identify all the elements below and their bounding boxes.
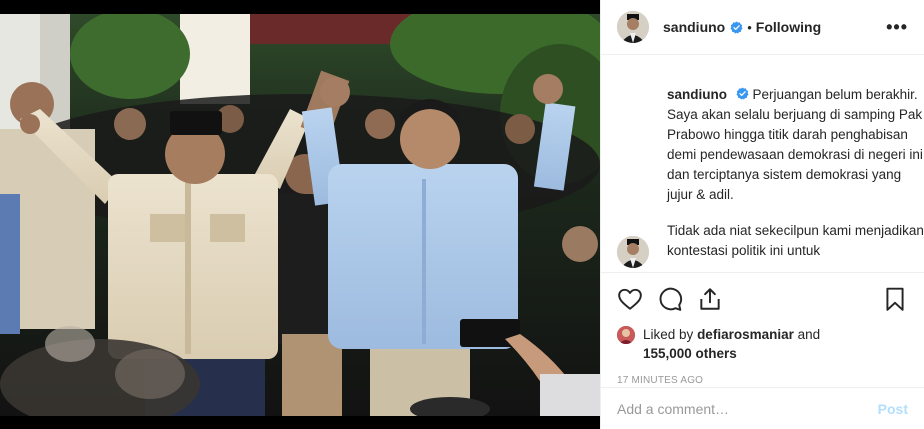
heart-icon[interactable]: [617, 286, 643, 312]
post-actions-section: Liked by defiarosmaniar and 155,000 othe…: [601, 272, 924, 386]
bookmark-icon[interactable]: [882, 286, 908, 312]
liker-avatar-image: [617, 326, 635, 344]
avatar-image: [617, 11, 649, 43]
verified-badge-icon: [736, 87, 749, 100]
liked-by-prefix: Liked by: [643, 327, 694, 342]
action-buttons: [617, 273, 908, 325]
caption-text-1: Perjuangan belum berakhir. Saya akan sel…: [667, 87, 923, 202]
caption-avatar[interactable]: [617, 236, 649, 268]
caption-text-2: Tidak ada niat sekecilpun kami menjadika…: [667, 223, 924, 258]
post-side-panel: sandiuno • Following ••• sandiuno Perjua…: [600, 0, 924, 429]
post-timestamp[interactable]: 17 MINUTES AGO: [617, 375, 908, 386]
comment-bubble-icon[interactable]: [657, 286, 683, 312]
post-media[interactable]: [0, 0, 600, 429]
caption-paragraph-1: sandiuno Perjuangan belum berakhir. Saya…: [667, 85, 924, 205]
likes-count-row: 155,000 others: [617, 344, 908, 363]
comments-scroll-area[interactable]: sandiuno Perjuangan belum berakhir. Saya…: [601, 55, 924, 272]
add-comment-section: Post: [601, 387, 924, 429]
caption-paragraph-2: Tidak ada niat sekecilpun kami menjadika…: [667, 221, 924, 261]
post-header: sandiuno • Following •••: [601, 0, 924, 55]
caption-username[interactable]: sandiuno: [667, 87, 727, 102]
instagram-post: sandiuno • Following ••• sandiuno Perjua…: [0, 0, 924, 429]
liked-by-user[interactable]: defiarosmaniar: [697, 327, 794, 342]
likes-count[interactable]: 155,000 others: [617, 344, 737, 363]
comment-input[interactable]: [617, 400, 878, 417]
photo-illustration: [0, 14, 600, 416]
post-comment-button[interactable]: Post: [878, 401, 908, 417]
share-icon[interactable]: [697, 286, 723, 312]
liked-by-line: Liked by defiarosmaniar and: [643, 325, 820, 344]
header-separator: •: [747, 19, 752, 35]
header-username[interactable]: sandiuno: [663, 19, 725, 35]
more-options-icon[interactable]: •••: [886, 17, 908, 38]
verified-badge-icon: [730, 20, 743, 34]
post-photo[interactable]: [0, 14, 600, 416]
likes-summary: Liked by defiarosmaniar and: [617, 325, 908, 344]
post-caption: sandiuno Perjuangan belum berakhir. Saya…: [617, 55, 924, 268]
avatar[interactable]: [617, 11, 649, 43]
following-button[interactable]: Following: [756, 19, 821, 35]
liker-avatar[interactable]: [617, 326, 635, 344]
caption-avatar-image: [617, 236, 649, 268]
liked-by-and: and: [797, 327, 821, 342]
